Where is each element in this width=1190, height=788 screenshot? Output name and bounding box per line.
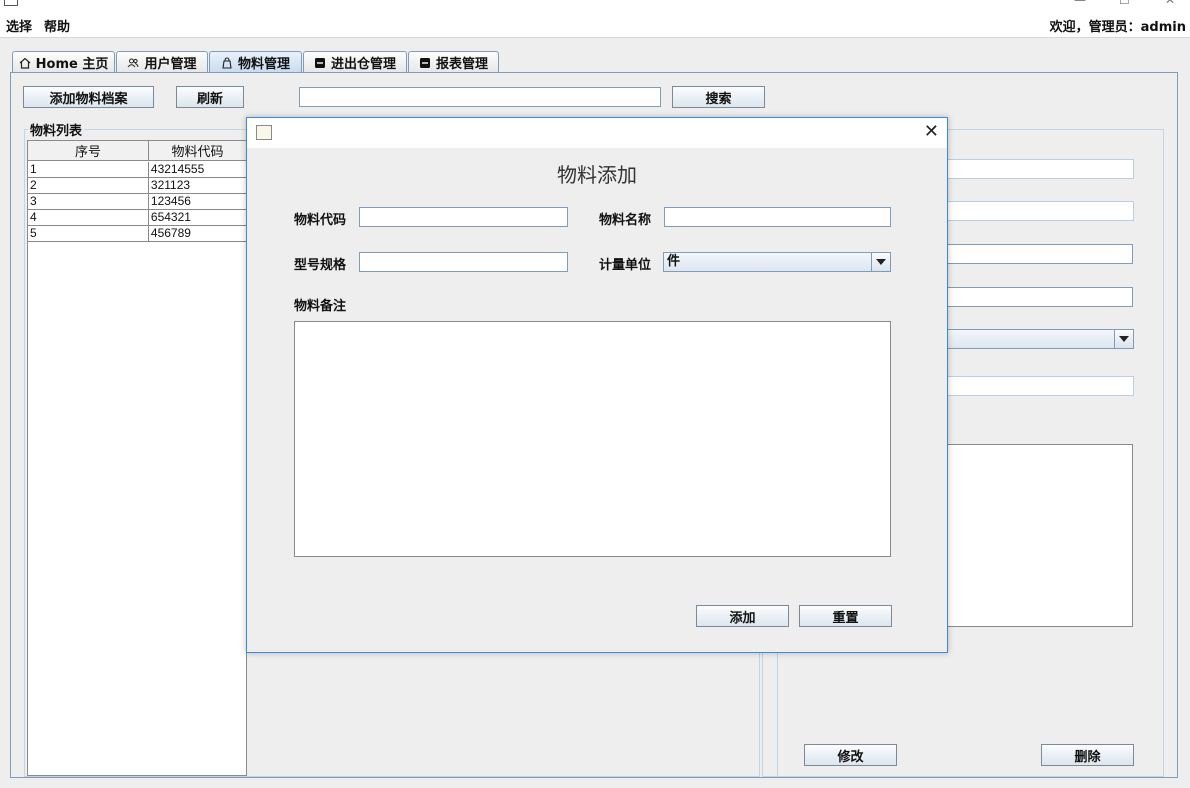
home-icon — [19, 57, 31, 69]
table-row[interactable]: 1 43214555 — [28, 162, 246, 178]
unit-select[interactable]: 件 — [663, 252, 891, 272]
box-icon — [419, 57, 430, 68]
tab-material[interactable]: 物料管理 — [209, 51, 302, 73]
delete-button[interactable]: 删除 — [1041, 744, 1134, 766]
column-header-index[interactable]: 序号 — [28, 141, 149, 160]
window-titlebar — [0, 0, 1190, 8]
close-window-icon[interactable]: ✕ — [1165, 0, 1175, 7]
tab-label: 物料管理 — [237, 57, 290, 72]
refresh-button[interactable]: 刷新 — [176, 86, 244, 108]
cell-code: 456789 — [150, 226, 191, 240]
java-icon — [256, 125, 272, 140]
material-code-input[interactable] — [359, 207, 568, 227]
minimize-icon[interactable]: — — [1074, 0, 1086, 7]
add-material-dialog: ✕ 物料添加 物料代码 物料名称 型号规格 计量单位 件 物料备注 添加 重置 — [246, 117, 948, 653]
tab-report[interactable]: 报表管理 — [408, 51, 499, 73]
menu-select[interactable]: 选择 — [6, 16, 32, 35]
spec-input[interactable] — [359, 252, 568, 272]
detail-unit-value — [941, 330, 1114, 348]
menu-help[interactable]: 帮助 — [44, 16, 70, 35]
detail-field-5[interactable] — [940, 376, 1134, 396]
tab-label: 报表管理 — [435, 57, 488, 72]
unit-selected-value: 件 — [667, 254, 681, 269]
cell-index: 1 — [28, 162, 149, 177]
search-button[interactable]: 搜索 — [672, 86, 765, 108]
app-icon — [4, 0, 18, 6]
detail-remark-area[interactable] — [940, 444, 1133, 627]
tab-label: Home 主页 — [35, 57, 109, 72]
detail-field-1[interactable] — [940, 159, 1134, 179]
users-icon — [128, 58, 139, 67]
tab-label: 进出仓管理 — [330, 57, 396, 72]
box-icon — [314, 57, 325, 68]
maximize-icon[interactable]: ☐ — [1119, 0, 1130, 7]
bag-icon — [222, 56, 232, 69]
table-row[interactable]: 5 456789 — [28, 226, 246, 242]
tab-inout[interactable]: 进出仓管理 — [303, 51, 407, 73]
search-input[interactable] — [299, 87, 661, 107]
welcome-text: 欢迎，管理员：admin — [1049, 20, 1186, 35]
column-header-code[interactable]: 物料代码 — [149, 141, 246, 160]
reset-button[interactable]: 重置 — [799, 605, 892, 627]
detail-unit-select[interactable] — [940, 329, 1134, 349]
cell-code: 654321 — [150, 210, 191, 224]
table-row[interactable]: 4 654321 — [28, 210, 246, 226]
cell-index: 3 — [28, 194, 149, 209]
remark-label: 物料备注 — [294, 299, 347, 314]
material-list-title: 物料列表 — [28, 120, 85, 139]
chevron-down-icon[interactable] — [1114, 330, 1133, 348]
name-label: 物料名称 — [599, 213, 652, 228]
unit-label: 计量单位 — [599, 258, 652, 273]
cell-index: 2 — [28, 178, 149, 193]
cell-code: 123456 — [150, 194, 191, 208]
chevron-down-icon[interactable] — [871, 253, 890, 271]
menu-bar — [0, 8, 1190, 38]
detail-field-2[interactable] — [940, 201, 1134, 221]
detail-field-4[interactable] — [940, 287, 1133, 307]
detail-field-3[interactable] — [940, 244, 1133, 264]
modify-button[interactable]: 修改 — [804, 744, 897, 766]
add-material-button[interactable]: 添加物料档案 — [23, 86, 154, 108]
table-header: 序号 物料代码 — [28, 141, 246, 161]
cell-code: 43214555 — [150, 162, 205, 176]
tab-home[interactable]: Home 主页 — [12, 51, 115, 73]
material-table[interactable]: 序号 物料代码 1 43214555 2 321123 3 123456 4 6… — [27, 140, 247, 776]
dialog-heading: 物料添加 — [557, 163, 637, 187]
tab-label: 用户管理 — [144, 57, 197, 72]
table-row[interactable]: 3 123456 — [28, 194, 246, 210]
material-name-input[interactable] — [664, 207, 891, 227]
code-label: 物料代码 — [294, 213, 347, 228]
add-button[interactable]: 添加 — [696, 605, 789, 627]
table-row[interactable]: 2 321123 — [28, 178, 246, 194]
close-icon[interactable]: ✕ — [924, 121, 939, 142]
tab-users[interactable]: 用户管理 — [116, 51, 208, 73]
cell-index: 5 — [28, 226, 149, 241]
spec-label: 型号规格 — [294, 258, 347, 273]
remark-textarea[interactable] — [294, 321, 891, 557]
cell-index: 4 — [28, 210, 149, 225]
cell-code: 321123 — [150, 178, 191, 192]
dialog-titlebar: ✕ — [247, 118, 947, 148]
